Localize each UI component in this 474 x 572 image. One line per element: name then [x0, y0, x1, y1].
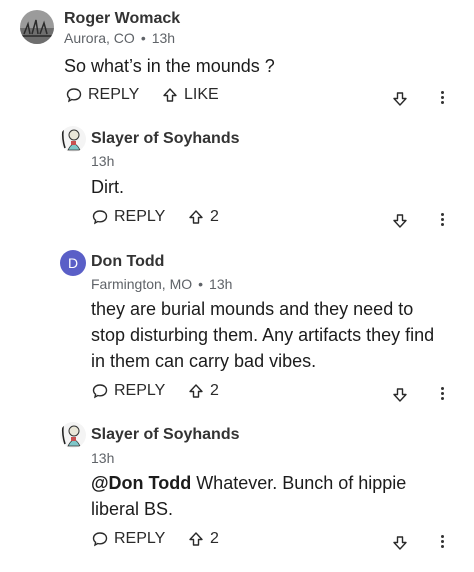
author-name[interactable]: Slayer of Soyhands	[91, 426, 240, 444]
avatar[interactable]: D	[60, 250, 86, 276]
avatar-cartoon-icon	[60, 422, 86, 448]
reply-button[interactable]: REPLY	[92, 530, 165, 548]
timestamp: 13h	[91, 450, 115, 466]
comment-meta: Aurora, CO • 13h	[64, 30, 175, 46]
avatar-cartoon-icon	[60, 126, 86, 152]
more-options-icon[interactable]	[441, 89, 445, 106]
author-name[interactable]: Don Todd	[91, 253, 164, 271]
more-options-icon[interactable]	[441, 385, 445, 402]
avatar[interactable]	[60, 126, 86, 152]
more-options-icon[interactable]	[441, 533, 445, 550]
upvote-arrow-icon	[189, 210, 203, 224]
comment-meta: Farmington, MO • 13h	[91, 276, 232, 292]
downvote-arrow-icon[interactable]	[392, 91, 408, 107]
speech-bubble-icon	[66, 88, 82, 103]
reply-label: REPLY	[114, 382, 166, 399]
comment-actions: REPLY 2	[0, 382, 474, 408]
like-label: LIKE	[184, 86, 219, 103]
author-name[interactable]: Roger Womack	[64, 10, 180, 28]
comment-meta: 13h	[91, 450, 114, 466]
upvote-button[interactable]: 2	[188, 530, 219, 548]
comment-text: they are burial mounds and they need to …	[91, 299, 435, 371]
meta-separator: •	[140, 30, 146, 46]
like-button[interactable]: LIKE	[162, 86, 219, 104]
upvote-count: 2	[210, 382, 219, 399]
comment-actions: REPLY 2	[0, 530, 474, 556]
meta-separator: •	[198, 276, 204, 292]
speech-bubble-icon	[92, 210, 108, 225]
reply-label: REPLY	[88, 86, 140, 103]
reply-label: REPLY	[114, 530, 166, 547]
reply-button[interactable]: REPLY	[66, 86, 139, 104]
comment-actions: REPLY 2	[0, 208, 474, 234]
avatar[interactable]	[60, 422, 86, 448]
comment-meta: 13h	[91, 153, 114, 169]
downvote-arrow-icon[interactable]	[392, 535, 408, 551]
timestamp: 13h	[91, 153, 115, 169]
comment-text: So what’s in the mounds ?	[64, 56, 275, 76]
timestamp: 13h	[209, 276, 233, 292]
upvote-arrow-icon	[189, 384, 203, 398]
avatar-letter: D	[67, 255, 79, 271]
upvote-arrow-icon	[163, 88, 177, 102]
speech-bubble-icon	[92, 384, 108, 399]
author-name[interactable]: Slayer of Soyhands	[91, 130, 240, 148]
upvote-count: 2	[210, 208, 219, 225]
location: Farmington, MO	[91, 276, 193, 292]
comment-text: Dirt.	[91, 177, 124, 197]
upvote-button[interactable]: 2	[188, 208, 219, 226]
upvote-count: 2	[210, 530, 219, 547]
reply-button[interactable]: REPLY	[92, 382, 165, 400]
upvote-button[interactable]: 2	[188, 382, 219, 400]
avatar-photo-icon	[20, 10, 54, 44]
comment-text: @Don Todd Whatever. Bunch of hippie libe…	[91, 470, 431, 522]
reply-button[interactable]: REPLY	[92, 208, 165, 226]
speech-bubble-icon	[92, 532, 108, 547]
timestamp: 13h	[151, 30, 176, 46]
reply-label: REPLY	[114, 208, 166, 225]
downvote-arrow-icon[interactable]	[392, 387, 408, 403]
avatar[interactable]	[20, 10, 54, 44]
comment-actions: REPLY LIKE	[0, 86, 474, 112]
downvote-arrow-icon[interactable]	[392, 213, 408, 229]
location: Aurora, CO	[64, 30, 135, 46]
more-options-icon[interactable]	[441, 211, 445, 228]
mention-link[interactable]: @Don Todd	[91, 473, 191, 493]
upvote-arrow-icon	[189, 532, 203, 546]
